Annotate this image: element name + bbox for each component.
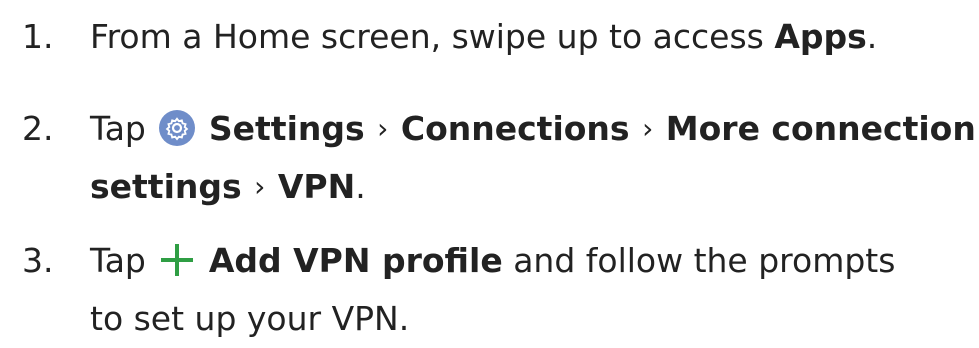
breadcrumb-separator: ›: [254, 170, 266, 203]
add-vpn-profile-label: Add VPN profile: [208, 241, 503, 280]
step-text-rest: and follow the prompts: [502, 241, 896, 280]
step-text-continued: settings › VPN.: [90, 158, 366, 218]
tap-label: Tap: [90, 241, 146, 280]
step-1: 1. From a Home screen, swipe up to acces…: [0, 8, 979, 68]
more-connection-label: More connection: [665, 109, 976, 148]
step-text-prefix: From a Home screen, swipe up to access: [90, 17, 775, 56]
more-connection-label-cont: settings: [90, 167, 242, 206]
step-number: 3.: [22, 241, 54, 280]
vpn-label: VPN: [277, 167, 356, 206]
plus-icon: [161, 244, 194, 276]
tap-label: Tap: [90, 109, 146, 148]
instruction-steps: 1. From a Home screen, swipe up to acces…: [0, 0, 979, 338]
connections-label: Connections: [400, 109, 630, 148]
step-number: 1.: [22, 17, 54, 56]
step-text-suffix: .: [866, 17, 878, 56]
apps-label: Apps: [774, 17, 867, 56]
step-text-suffix: .: [355, 167, 366, 206]
step-2: 2. Tap Settings › Connections › More con…: [0, 100, 979, 220]
step-text-continued: to set up your VPN.: [90, 299, 410, 338]
breadcrumb-separator: ›: [642, 112, 654, 145]
step-number: 2.: [22, 109, 54, 148]
breadcrumb-separator: ›: [377, 112, 389, 145]
step-text: Tap Add VPN profile and follow the promp…: [90, 232, 969, 290]
step-text: Tap Settings › Connections › More connec…: [90, 100, 976, 160]
settings-gear-icon: [159, 110, 196, 146]
step-3: 3. Tap Add VPN profile and follow the pr…: [0, 220, 979, 338]
step-text: From a Home screen, swipe up to access A…: [90, 8, 969, 66]
settings-label: Settings: [208, 109, 365, 148]
